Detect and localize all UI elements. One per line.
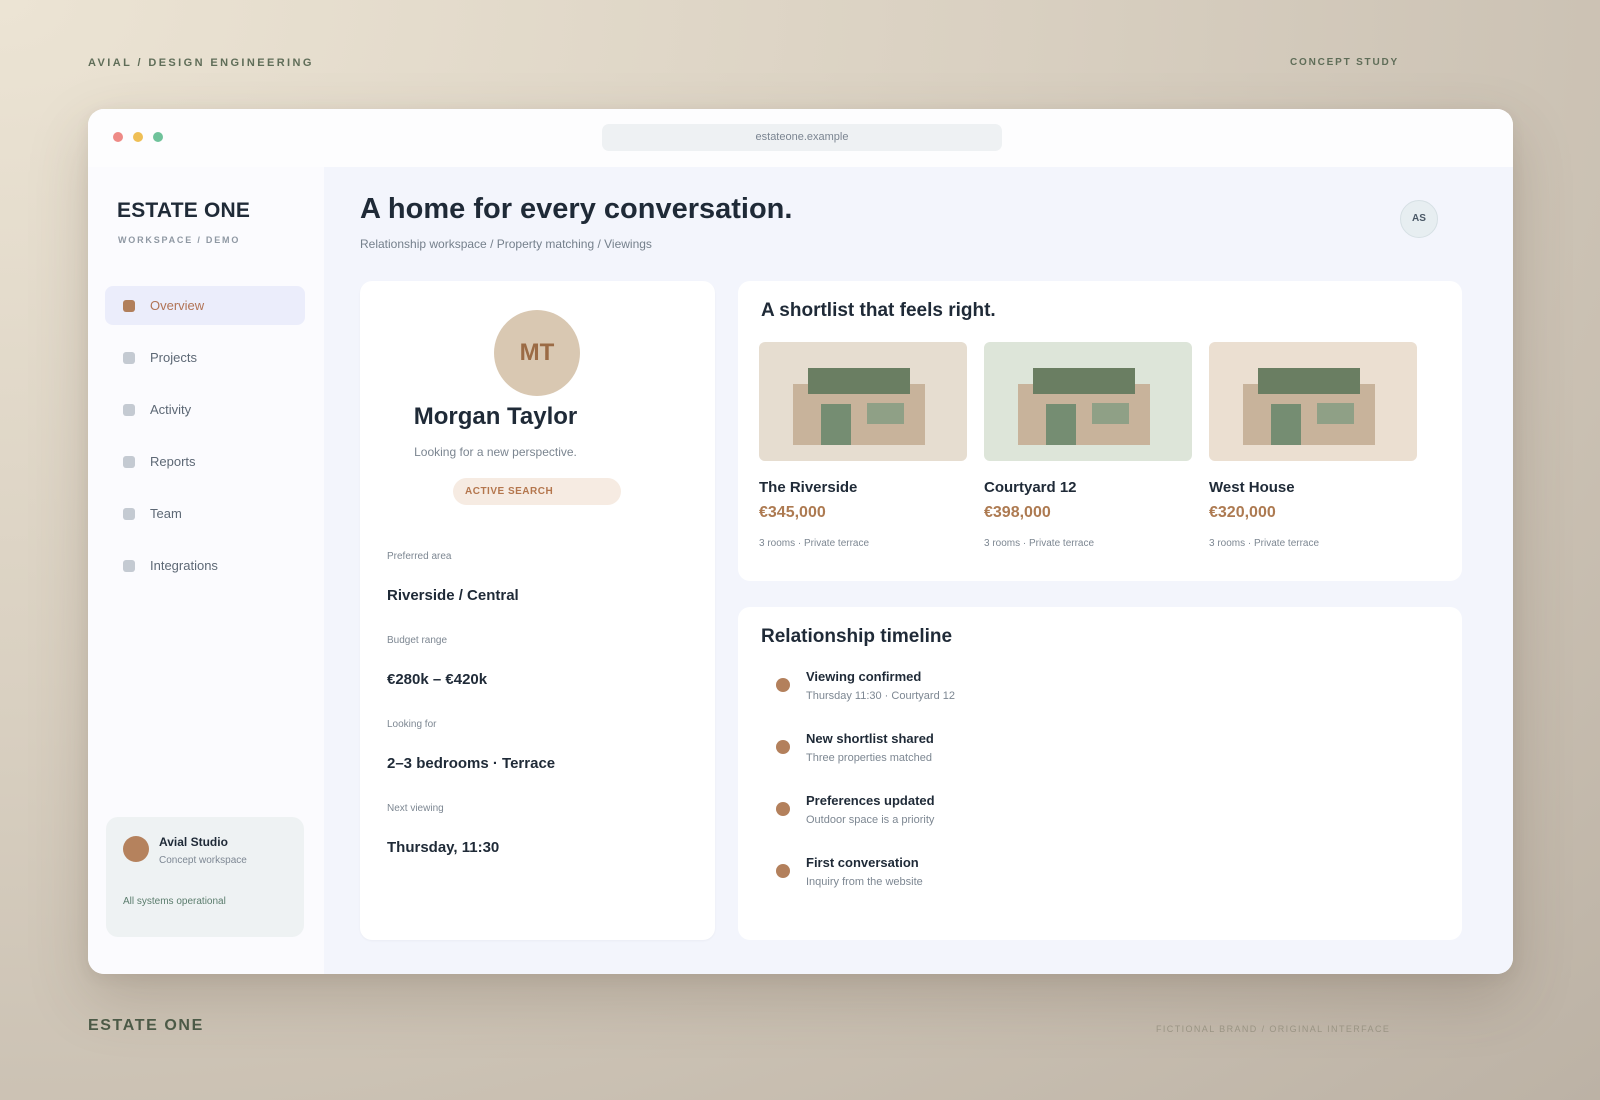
client-profile-card: MT Morgan Taylor Looking for a new persp… [360,281,715,940]
property-card-courtyard-12[interactable]: Courtyard 12 €398,000 3 rooms · Private … [984,342,1192,549]
sidebar-item-reports[interactable]: Reports [105,442,305,481]
property-price: €345,000 [759,504,826,521]
shortlist-card: A shortlist that feels right. The Rivers… [738,281,1462,581]
property-name: West House [1209,479,1295,496]
timeline-title: Relationship timeline [761,626,953,647]
house-illustration-icon [759,342,967,461]
timeline-event-subtitle: Three properties matched [806,752,932,764]
timeline-event-subtitle: Thursday 11:30 · Courtyard 12 [806,690,955,702]
property-details: 3 rooms · Private terrace [759,538,870,549]
workspace-subtitle: Concept workspace [159,855,247,866]
property-details: 3 rooms · Private terrace [1209,538,1320,549]
sidebar-item-integrations[interactable]: Integrations [105,546,305,585]
sidebar-item-activity[interactable]: Activity [105,390,305,429]
brand-subtitle: WORKSPACE / DEMO [118,235,241,245]
next-viewing-value: Thursday, 11:30 [387,839,500,856]
overview-icon [123,300,135,312]
preferred-area-label: Preferred area [387,551,452,562]
sidebar-item-label: Overview [150,298,205,313]
budget-range-label: Budget range [387,635,448,646]
brand-title: ESTATE ONE [117,199,251,222]
shortlist-title: A shortlist that feels right. [761,300,996,321]
status-badge: ACTIVE SEARCH [453,478,621,505]
timeline-event-subtitle: Inquiry from the website [806,876,923,888]
breadcrumb: Relationship workspace / Property matchi… [360,237,652,251]
title-bar: estateone.example [88,109,1513,167]
main-content: A home for every conversation. Relations… [324,167,1513,974]
sidebar-item-label: Integrations [150,558,218,573]
property-name: Courtyard 12 [984,479,1077,496]
next-viewing-label: Next viewing [387,803,444,814]
app-window: estateone.example ESTATE ONE WORKSPACE /… [88,109,1513,974]
property-card-west-house[interactable]: West House €320,000 3 rooms · Private te… [1209,342,1417,549]
projects-icon [123,352,135,364]
looking-for-value: 2–3 bedrooms · Terrace [387,755,556,772]
reports-icon [123,456,135,468]
minimize-window-button[interactable] [133,132,143,142]
sidebar-item-label: Projects [150,350,197,365]
system-status: All systems operational [123,896,226,907]
sidebar-item-label: Team [150,506,182,521]
timeline-event-title: Viewing confirmed [806,669,922,684]
preferred-area-value: Riverside / Central [387,587,519,604]
property-details: 3 rooms · Private terrace [984,538,1095,549]
sidebar-item-team[interactable]: Team [105,494,305,533]
sidebar-item-projects[interactable]: Projects [105,338,305,377]
client-avatar: MT [494,310,580,396]
activity-icon [123,404,135,416]
house-illustration-icon [1209,342,1417,461]
sidebar: ESTATE ONE WORKSPACE / DEMO Overview Pro… [88,167,324,974]
client-name-text: Morgan Taylor [413,403,578,430]
page-header-right: CONCEPT STUDY [1290,57,1399,68]
footer-note: FICTIONAL BRAND / ORIGINAL INTERFACE [1156,1024,1391,1034]
timeline-event-title: Preferences updated [806,793,935,808]
relationship-timeline-card: Relationship timeline Viewing confirmed … [738,607,1462,940]
timeline-dot-icon [776,802,790,816]
sidebar-item-overview[interactable]: Overview [105,286,305,325]
workspace-name: Avial Studio [159,835,228,849]
avatar [123,836,149,862]
client-tagline: Looking for a new perspective. [414,445,577,459]
maximize-window-button[interactable] [153,132,163,142]
timeline-dot-icon [776,678,790,692]
sidebar-item-label: Reports [150,454,196,469]
budget-range-value: €280k – €420k [387,671,488,688]
looking-for-label: Looking for [387,719,437,730]
sidebar-nav: Overview Projects Activity Reports Team … [105,286,305,598]
property-price: €398,000 [984,504,1051,521]
footer-brand: ESTATE ONE [88,1017,204,1034]
integrations-icon [123,560,135,572]
house-illustration-icon [984,342,1192,461]
close-window-button[interactable] [113,132,123,142]
property-card-riverside[interactable]: The Riverside €345,000 3 rooms · Private… [759,342,967,549]
timeline-event-title: New shortlist shared [806,731,934,746]
team-icon [123,508,135,520]
client-name: Morgan Taylor [360,403,715,431]
workspace-card[interactable]: Avial Studio Concept workspace All syste… [106,817,304,937]
timeline-event-subtitle: Outdoor space is a priority [806,814,935,826]
user-avatar[interactable]: AS [1400,200,1438,238]
timeline-dot-icon [776,740,790,754]
page-title: A home for every conversation. [360,193,793,225]
timeline-event-title: First conversation [806,855,919,870]
sidebar-item-label: Activity [150,402,192,417]
timeline-dot-icon [776,864,790,878]
property-name: The Riverside [759,479,858,496]
page-header-left: AVIAL / DESIGN ENGINEERING [88,57,314,69]
address-bar[interactable]: estateone.example [602,124,1002,151]
property-price: €320,000 [1209,504,1276,521]
